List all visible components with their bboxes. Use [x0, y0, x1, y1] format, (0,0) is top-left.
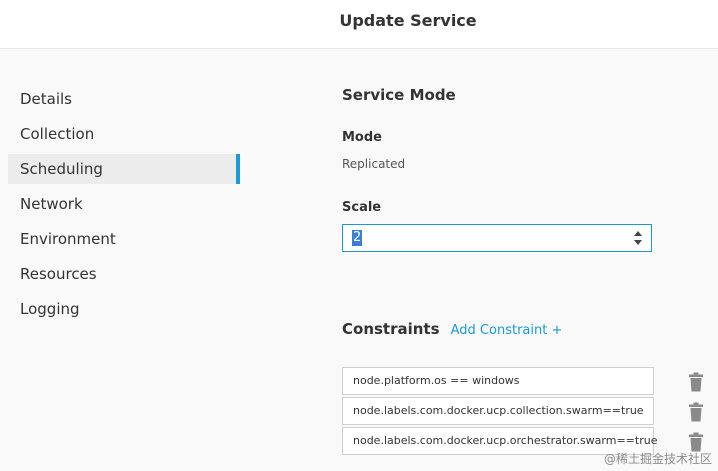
- scheduling-panel: Service Mode Mode Replicated Scale 2 Con…: [342, 0, 718, 471]
- sidebar-nav: Details Collection Scheduling Network En…: [8, 84, 240, 329]
- sidebar-item-network[interactable]: Network: [8, 189, 240, 219]
- trash-icon[interactable]: [688, 432, 704, 452]
- scale-label: Scale: [342, 200, 382, 215]
- spinner-up-icon[interactable]: [634, 231, 642, 236]
- service-mode-heading: Service Mode: [342, 86, 456, 104]
- sidebar-item-collection[interactable]: Collection: [8, 119, 240, 149]
- sidebar-item-scheduling[interactable]: Scheduling: [8, 154, 240, 184]
- scale-stepper[interactable]: [633, 230, 643, 246]
- scale-input[interactable]: 2: [342, 224, 652, 252]
- constraint-input[interactable]: node.platform.os == windows: [342, 367, 654, 395]
- constraint-value: node.labels.com.docker.ucp.orchestrator.…: [353, 434, 658, 447]
- constraint-value: node.platform.os == windows: [353, 374, 520, 387]
- sidebar-item-resources[interactable]: Resources: [8, 259, 240, 289]
- add-constraint-link[interactable]: Add Constraint +: [451, 323, 563, 338]
- constraint-value: node.labels.com.docker.ucp.collection.sw…: [353, 404, 644, 417]
- trash-icon[interactable]: [688, 402, 704, 422]
- sidebar-item-details[interactable]: Details: [8, 84, 240, 114]
- constraints-header: Constraints Add Constraint +: [342, 319, 562, 338]
- sidebar-item-environment[interactable]: Environment: [8, 224, 240, 254]
- constraint-input[interactable]: node.labels.com.docker.ucp.collection.sw…: [342, 397, 654, 425]
- scale-input-value: 2: [352, 230, 363, 246]
- mode-label: Mode: [342, 130, 382, 145]
- mode-value: Replicated: [342, 157, 406, 171]
- sidebar-item-logging[interactable]: Logging: [8, 294, 240, 324]
- trash-icon[interactable]: [688, 372, 704, 392]
- constraints-heading: Constraints: [342, 320, 440, 338]
- watermark: @稀土掘金技术社区: [603, 452, 712, 466]
- spinner-down-icon[interactable]: [634, 240, 642, 245]
